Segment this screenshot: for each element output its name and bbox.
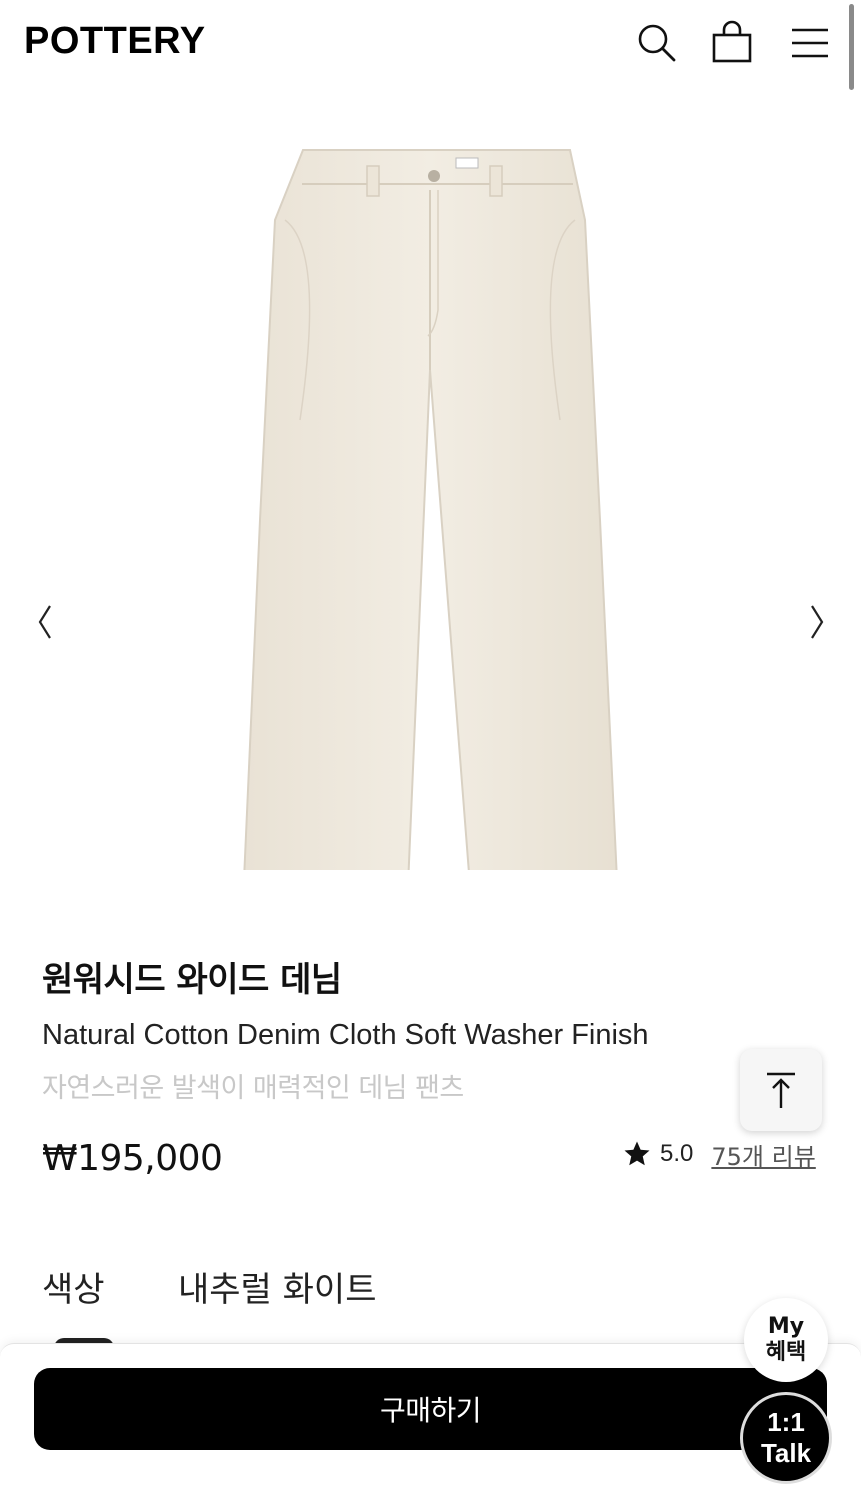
product-title-english: Natural Cotton Denim Cloth Soft Washer F… xyxy=(42,1019,649,1051)
arrow-up-to-top-icon[interactable] xyxy=(740,1049,822,1131)
menu-icon[interactable] xyxy=(788,20,832,64)
reviews-link[interactable]: 75개 리뷰 xyxy=(711,1137,815,1172)
talk-line2: Talk xyxy=(760,1438,812,1468)
my-benefits-button[interactable]: My 혜택 xyxy=(744,1298,828,1382)
shopping-bag-icon[interactable] xyxy=(710,20,754,64)
brand-logo[interactable]: POTTERY xyxy=(24,20,206,63)
product-price: ₩195,000 xyxy=(42,1138,223,1179)
color-option-row: 색상 내추럴 화이트 xyxy=(42,1262,377,1311)
rating-score: 5.0 xyxy=(660,1140,694,1167)
one-to-one-talk-button[interactable]: 1:1 Talk xyxy=(740,1392,832,1484)
color-value: 내추럴 화이트 xyxy=(178,1270,377,1310)
product-info: 원워시드 와이드 데님 Natural Cotton Denim Cloth S… xyxy=(42,952,822,1105)
site-header: POTTERY xyxy=(0,0,861,90)
page-scrollbar[interactable] xyxy=(849,4,854,90)
product-description: 자연스러운 발색이 매력적인 데님 팬츠 xyxy=(42,1073,464,1104)
product-title-korean: 원워시드 와이드 데님 xyxy=(42,960,342,1000)
color-label: 색상 xyxy=(42,1270,105,1310)
bottom-purchase-bar: 구매하기 xyxy=(0,1343,861,1500)
product-rating: 5.0 75개 리뷰 xyxy=(622,1136,816,1172)
search-icon[interactable] xyxy=(634,20,678,64)
my-benefits-line1: My xyxy=(767,1313,805,1339)
chevron-left-icon[interactable] xyxy=(30,600,60,644)
star-icon xyxy=(624,1141,650,1166)
product-image-gallery[interactable] xyxy=(0,100,861,930)
buy-button[interactable]: 구매하기 xyxy=(34,1368,827,1450)
chevron-right-icon[interactable] xyxy=(802,600,832,644)
my-benefits-line2: 혜택 xyxy=(765,1340,807,1365)
talk-line1: 1:1 xyxy=(767,1406,805,1437)
